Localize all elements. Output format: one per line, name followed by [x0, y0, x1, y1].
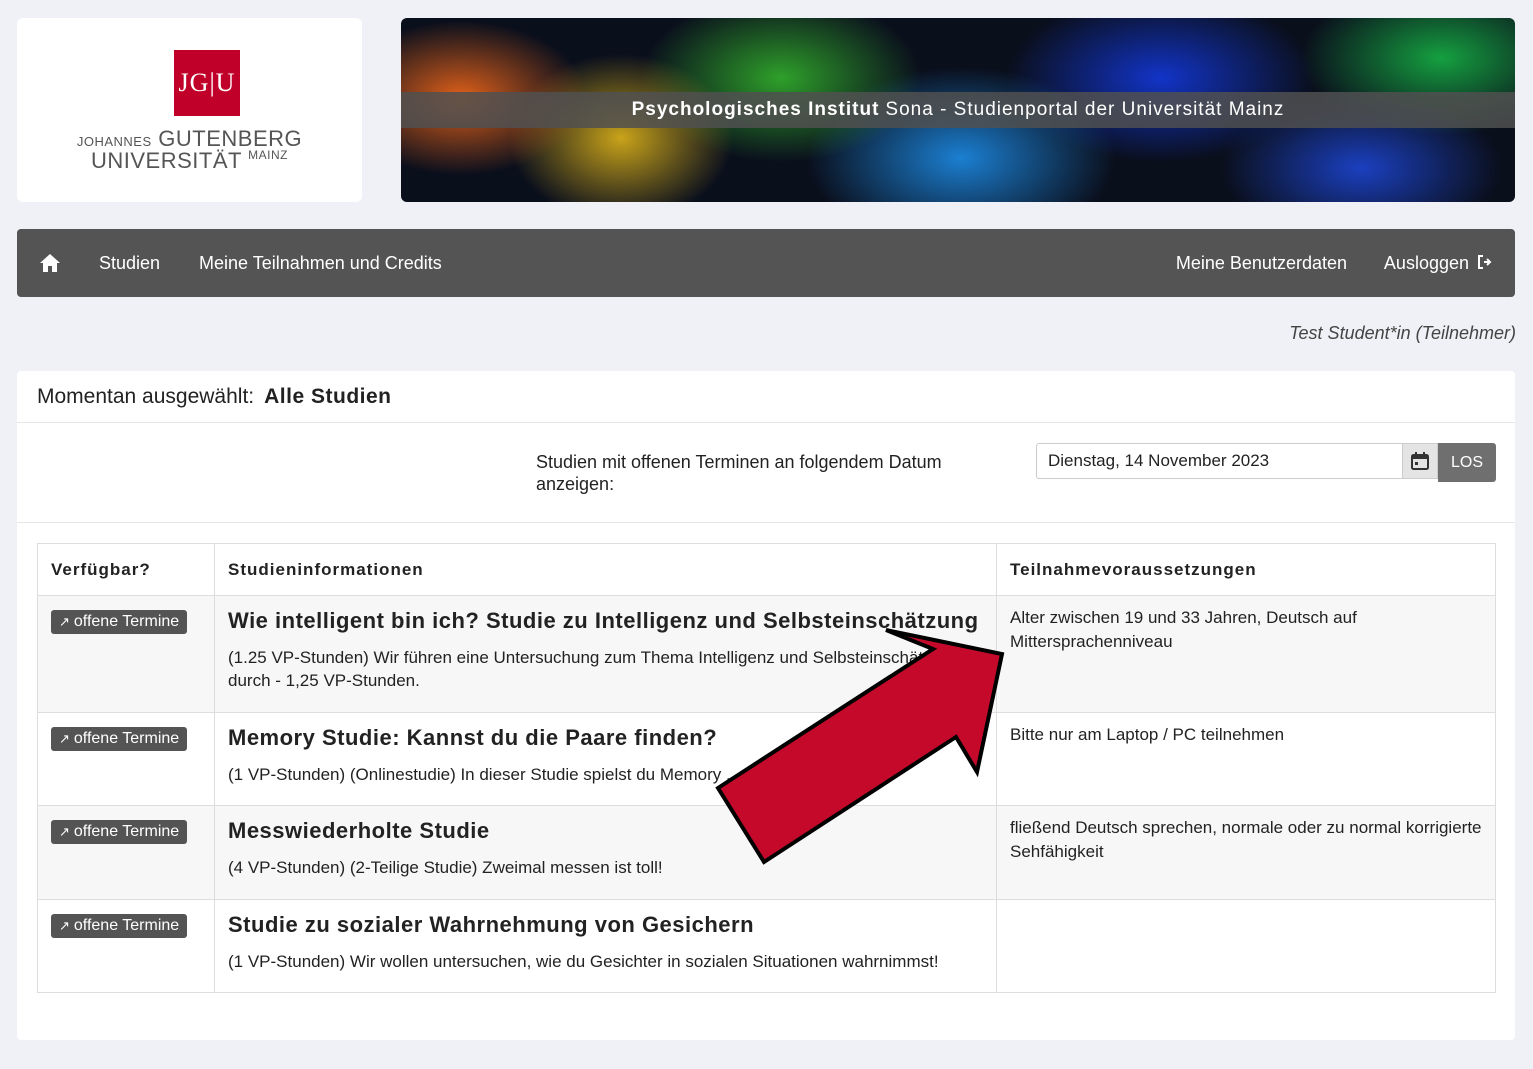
logo-line-2: UNIVERSITÄT MAINZ	[17, 148, 362, 174]
table-row: ↗ offene Termine Studie zu sozialer Wahr…	[37, 899, 1496, 993]
study-description: (4 VP-Stunden) (2-Teilige Studie) Zweima…	[228, 858, 663, 877]
external-link-icon: ↗	[59, 918, 70, 933]
table-header-row: Verfügbar? Studieninformationen Teilnahm…	[37, 543, 1496, 596]
studies-table: Verfügbar? Studieninformationen Teilnahm…	[37, 543, 1496, 993]
external-link-icon: ↗	[59, 824, 70, 839]
study-description: (1.25 VP-Stunden) Wir führen eine Unters…	[228, 648, 961, 690]
requirements-cell: fließend Deutsch sprechen, normale oder …	[996, 805, 1496, 900]
study-title[interactable]: Wie intelligent bin ich? Studie zu Intel…	[228, 608, 983, 634]
study-requirements: Alter zwischen 19 und 33 Jahren, Deutsch…	[1010, 608, 1357, 651]
study-info-cell: Memory Studie: Kannst du die Paare finde…	[214, 712, 997, 806]
banner-title-bold: Psychologisches Institut	[631, 99, 880, 120]
table-row: ↗ offene Termine Wie intelligent bin ich…	[37, 595, 1496, 713]
university-logo: JG|U JOHANNES GUTENBERG UNIVERSITÄT MAIN…	[17, 18, 362, 202]
study-title[interactable]: Memory Studie: Kannst du die Paare finde…	[228, 725, 983, 751]
selection-value: Alle Studien	[264, 384, 392, 408]
requirements-cell: Alter zwischen 19 und 33 Jahren, Deutsch…	[996, 595, 1496, 713]
offene-termine-button[interactable]: ↗ offene Termine	[51, 820, 188, 844]
date-input[interactable]: Dienstag, 14 November 2023	[1036, 443, 1402, 479]
external-link-icon: ↗	[59, 614, 70, 629]
offene-termine-button[interactable]: ↗ offene Termine	[51, 610, 188, 634]
table-row: ↗ offene Termine Memory Studie: Kannst d…	[37, 712, 1496, 806]
external-link-icon: ↗	[59, 731, 70, 746]
nav-studien[interactable]: Studien	[99, 229, 160, 297]
study-description: (1 VP-Stunden) Wir wollen untersuchen, w…	[228, 952, 939, 971]
study-requirements: fließend Deutsch sprechen, normale oder …	[1010, 818, 1482, 861]
sign-out-icon	[1477, 254, 1493, 272]
study-info-cell: Studie zu sozialer Wahrnehmung von Gesic…	[214, 899, 997, 993]
offene-termine-button[interactable]: ↗ offene Termine	[51, 914, 188, 938]
table-row: ↗ offene Termine Messwiederholte Studie …	[37, 805, 1496, 900]
header-banner: Psychologisches Institut Sona - Studienp…	[401, 18, 1515, 202]
study-title[interactable]: Studie zu sozialer Wahrnehmung von Gesic…	[228, 912, 983, 938]
study-title[interactable]: Messwiederholte Studie	[228, 818, 983, 844]
date-filter-row: Studien mit offenen Terminen an folgende…	[17, 423, 1515, 523]
availability-cell: ↗ offene Termine	[37, 805, 215, 900]
logout-button[interactable]: Ausloggen	[1384, 229, 1493, 297]
badge-label: offene Termine	[73, 823, 180, 840]
availability-cell: ↗ offene Termine	[37, 899, 215, 993]
study-info-cell: Wie intelligent bin ich? Studie zu Intel…	[214, 595, 997, 713]
nav-teilnahmen-credits[interactable]: Meine Teilnahmen und Credits	[199, 229, 442, 297]
current-user-label: Test Student*in (Teilnehmer)	[1289, 323, 1516, 343]
header-teilnahmevoraussetzungen: Teilnahmevoraussetzungen	[996, 543, 1496, 596]
study-info-cell: Messwiederholte Studie (4 VP-Stunden) (2…	[214, 805, 997, 900]
banner-title: Psychologisches Institut Sona - Studienp…	[401, 92, 1515, 128]
study-requirements: Bitte nur am Laptop / PC teilnehmen	[1010, 725, 1285, 744]
logo-line-2-big: UNIVERSITÄT	[90, 148, 242, 173]
availability-cell: ↗ offene Termine	[37, 595, 215, 713]
main-navbar: Studien Meine Teilnahmen und Credits Mei…	[17, 229, 1515, 297]
offene-termine-button[interactable]: ↗ offene Termine	[51, 727, 188, 751]
header-verfuegbar: Verfügbar?	[37, 543, 215, 596]
selection-label: Momentan ausgewählt:	[37, 384, 255, 408]
header-studieninformationen: Studieninformationen	[214, 543, 997, 596]
home-icon[interactable]	[39, 229, 61, 297]
jgu-logo-mark: JG|U	[174, 50, 240, 116]
requirements-cell	[996, 899, 1496, 993]
date-filter-label: Studien mit offenen Terminen an folgende…	[536, 452, 942, 494]
badge-label: offene Termine	[73, 613, 180, 630]
calendar-icon[interactable]	[1402, 443, 1438, 479]
availability-cell: ↗ offene Termine	[37, 712, 215, 806]
badge-label: offene Termine	[73, 917, 180, 934]
nav-benutzerdaten[interactable]: Meine Benutzerdaten	[1176, 229, 1347, 297]
banner-title-rest: Sona - Studienportal der Universität Mai…	[885, 99, 1285, 120]
los-button[interactable]: LOS	[1438, 443, 1496, 482]
badge-label: offene Termine	[73, 730, 180, 747]
studies-panel: Momentan ausgewählt: Alle Studien Studie…	[17, 371, 1515, 1040]
logo-line-2-small: MAINZ	[248, 148, 289, 162]
selection-row: Momentan ausgewählt: Alle Studien	[17, 371, 1515, 423]
logo-line-1-small: JOHANNES	[76, 134, 152, 149]
study-description: (1 VP-Stunden) (Onlinestudie) In dieser …	[228, 765, 765, 784]
logout-label: Ausloggen	[1383, 252, 1469, 273]
requirements-cell: Bitte nur am Laptop / PC teilnehmen	[996, 712, 1496, 806]
